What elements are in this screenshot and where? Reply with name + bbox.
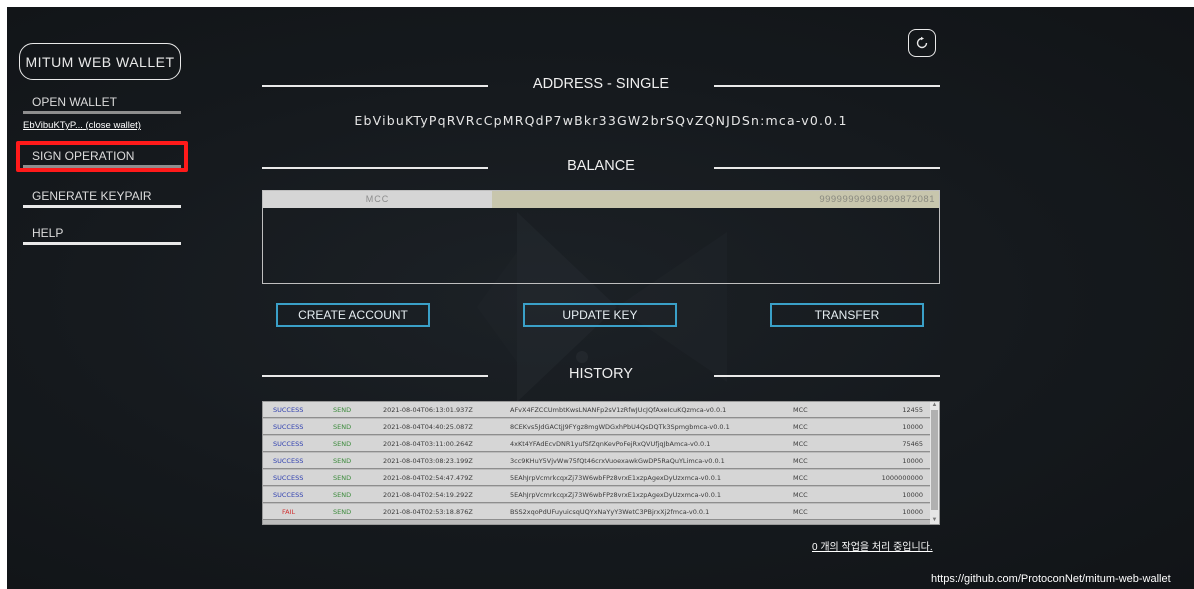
history-amount: 1000000000 — [881, 474, 923, 482]
queue-status-link[interactable]: 0 개의 작업을 처리 중입니다. — [812, 538, 933, 553]
balance-section-title: BALANCE — [567, 158, 635, 174]
history-currency: MCC — [793, 474, 808, 482]
history-status: SUCCESS — [273, 457, 304, 465]
history-table[interactable]: SUCCESS SEND 2021-08-04T06:13:01.937Z AF… — [262, 401, 940, 525]
history-amount: 10000 — [902, 423, 923, 431]
history-currency: MCC — [793, 440, 808, 448]
header-rule-left — [262, 85, 488, 87]
app-window: MITUM WEB WALLET OPEN WALLET EbVibuKTyP.… — [7, 7, 1194, 589]
history-hash: 5EAhJrpVcmrkcqxZj73W6wbFPz8vrxE1xzpAgexD… — [510, 474, 722, 482]
balance-table: MCC 99999999998999872081 — [262, 190, 940, 284]
history-hash: BSS2xqoPdUFuyuicsqUQYxNaYyY3WetC3PBjrxXj… — [510, 508, 710, 516]
history-hash: 8CEKvs5JdGACtjJ9FYgz8mgWDGxhPbU4QsDQTk3S… — [510, 423, 730, 431]
history-type: SEND — [333, 491, 352, 499]
sidebar-item-open-wallet[interactable]: OPEN WALLET — [23, 95, 181, 114]
history-type: SEND — [333, 440, 352, 448]
header-rule-left — [262, 167, 488, 169]
table-row[interactable]: SUCCESS SEND 2021-08-04T03:11:00.264Z 4x… — [263, 436, 931, 452]
history-time: 2021-08-04T03:11:00.264Z — [383, 440, 473, 448]
history-amount: 10000 — [902, 457, 923, 465]
table-row[interactable]: SUCCESS SEND 2021-08-04T03:08:23.199Z 3c… — [263, 453, 931, 469]
refresh-icon — [916, 36, 928, 49]
wallet-short-address: EbVibuKTyP... — [23, 120, 83, 131]
status-url: https://github.com/ProtoconNet/mitum-web… — [931, 573, 1171, 585]
history-amount: 75465 — [902, 440, 923, 448]
table-row[interactable]: SUCCESS SEND 2021-08-04T04:40:25.087Z 8C… — [263, 419, 931, 435]
history-status: SUCCESS — [273, 491, 304, 499]
history-amount: 10000 — [902, 491, 923, 499]
history-time: 2021-08-04T02:54:19.292Z — [383, 491, 473, 499]
history-hash: 5EAhJrpVcmrkcqxZj73W6wbFPz8vrxE1xzpAgexD… — [510, 491, 722, 499]
history-status: SUCCESS — [273, 440, 304, 448]
refresh-button[interactable] — [908, 29, 936, 57]
sidebar-item-label: GENERATE KEYPAIR — [32, 189, 152, 203]
address-section-title: ADDRESS - SINGLE — [532, 76, 670, 92]
header-rule-left — [262, 375, 488, 377]
history-hash: 3cc9KHuY5VjvWw75fQt46crxVuoexawkGwDP5RaQ… — [510, 457, 725, 465]
table-row[interactable]: SUCCESS SEND 2021-08-04T02:54:47.479Z 5E… — [263, 470, 931, 486]
balance-row: MCC 99999999998999872081 — [263, 191, 939, 208]
history-status: SUCCESS — [273, 474, 304, 482]
history-currency: MCC — [793, 457, 808, 465]
nav-underline — [23, 205, 181, 208]
selection-highlight — [16, 141, 188, 172]
history-time: 2021-08-04T02:53:18.876Z — [383, 508, 473, 516]
history-section-title: HISTORY — [569, 366, 633, 382]
balance-section-header: BALANCE — [262, 158, 940, 178]
history-type: SEND — [333, 457, 352, 465]
history-time: 2021-08-04T06:13:01.937Z — [383, 406, 473, 414]
account-address: EbVibuKTyPqRVRcCpMRQdP7wBkr33GW2brSQvZQN… — [354, 113, 848, 128]
balance-currency: MCC — [263, 191, 492, 208]
history-time: 2021-08-04T02:54:47.479Z — [383, 474, 473, 482]
table-row[interactable]: FAIL SEND 2021-08-04T02:53:18.876Z BSS2x… — [263, 504, 931, 520]
history-section-header: HISTORY — [262, 366, 940, 386]
history-status: SUCCESS — [273, 423, 304, 431]
header-rule-right — [714, 375, 940, 377]
sidebar-item-label: OPEN WALLET — [32, 95, 117, 109]
update-key-button[interactable]: UPDATE KEY — [523, 303, 677, 327]
history-type: SEND — [333, 508, 352, 516]
history-amount: 10000 — [902, 508, 923, 516]
history-status: SUCCESS — [273, 406, 304, 414]
balance-amount: 99999999998999872081 — [492, 191, 939, 208]
sidebar-item-help[interactable]: HELP — [23, 226, 181, 245]
history-scrollbar[interactable]: ▲ ▼ — [930, 402, 939, 524]
history-time: 2021-08-04T03:08:23.199Z — [383, 457, 473, 465]
history-hash: 4xKt4YFAdEcvDNR1yufSfZqnKevPoFejRxQVUfjq… — [510, 440, 711, 448]
table-row[interactable]: SUCCESS SEND 2021-08-04T02:54:19.292Z 5E… — [263, 487, 931, 503]
brand-button[interactable]: MITUM WEB WALLET — [19, 43, 181, 80]
scrollbar-thumb[interactable] — [931, 410, 938, 510]
history-currency: MCC — [793, 423, 808, 431]
history-amount: 12455 — [902, 406, 923, 414]
sidebar-item-label: HELP — [32, 226, 64, 240]
header-rule-right — [714, 167, 940, 169]
history-type: SEND — [333, 423, 352, 431]
scroll-up-icon[interactable]: ▲ — [931, 402, 938, 409]
history-currency: MCC — [793, 406, 808, 414]
create-account-button[interactable]: CREATE ACCOUNT — [276, 303, 430, 327]
history-currency: MCC — [793, 491, 808, 499]
table-row[interactable]: SUCCESS SEND 2021-08-04T06:13:01.937Z AF… — [263, 402, 931, 418]
history-type: SEND — [333, 406, 352, 414]
history-status: FAIL — [282, 508, 296, 516]
scroll-down-icon[interactable]: ▼ — [931, 517, 938, 524]
nav-underline — [23, 111, 181, 114]
transfer-button[interactable]: TRANSFER — [770, 303, 924, 327]
history-time: 2021-08-04T04:40:25.087Z — [383, 423, 473, 431]
history-hash: AFvX4FZCCUmbtKwsLNANFp2sV1zRfwJUcJQfAxeI… — [510, 406, 727, 414]
nav-underline — [23, 242, 181, 245]
history-type: SEND — [333, 474, 352, 482]
header-rule-right — [714, 85, 940, 87]
address-section-header: ADDRESS - SINGLE — [262, 76, 940, 96]
wallet-session-link[interactable]: EbVibuKTyP... (close wallet) — [23, 120, 141, 131]
sidebar-item-generate-keypair[interactable]: GENERATE KEYPAIR — [23, 189, 181, 208]
close-wallet-link[interactable]: (close wallet) — [86, 120, 141, 131]
history-currency: MCC — [793, 508, 808, 516]
